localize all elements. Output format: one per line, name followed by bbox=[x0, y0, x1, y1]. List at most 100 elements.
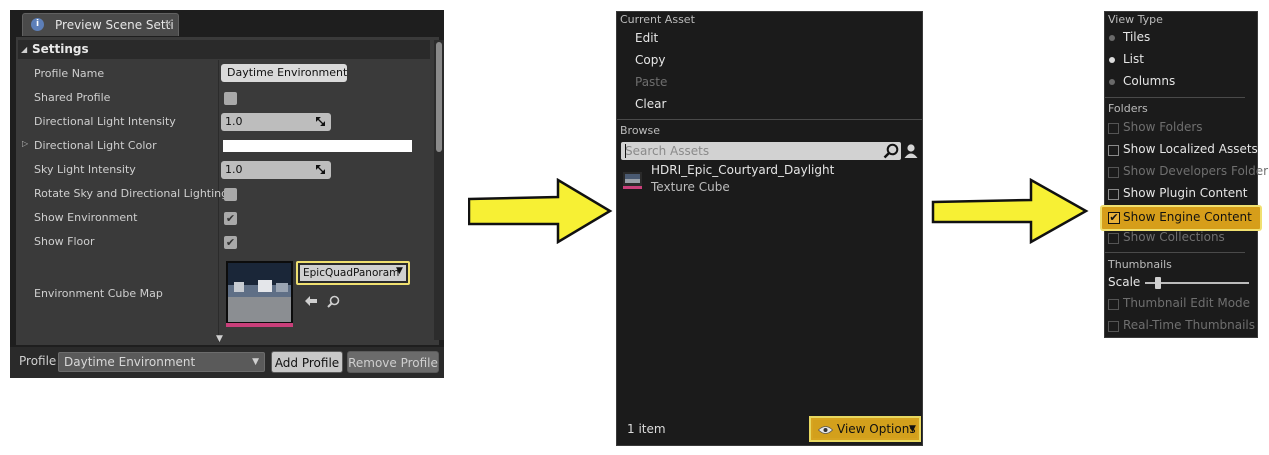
shared-profile-checkbox[interactable] bbox=[224, 92, 237, 105]
dropdown-arrow-icon[interactable]: ▼ bbox=[396, 266, 403, 276]
panorama-preview-image bbox=[228, 263, 291, 322]
cube-map-asset-name: EpicQuadPanoram bbox=[303, 267, 400, 279]
label-show-environment: Show Environment bbox=[34, 211, 138, 224]
label-dir-light-intensity: Directional Light Intensity bbox=[34, 115, 176, 128]
text-caret bbox=[625, 144, 626, 158]
profile-select-value: Daytime Environment bbox=[64, 355, 196, 369]
browse-search-icon[interactable] bbox=[327, 295, 340, 308]
asset-name[interactable]: HDRI_Epic_Courtyard_Daylight bbox=[651, 163, 834, 177]
menu-separator bbox=[617, 119, 922, 120]
show-plugin-content-label[interactable]: Show Plugin Content bbox=[1123, 186, 1247, 200]
expand-triangle-icon[interactable]: ▷ bbox=[22, 139, 28, 148]
dropdown-arrow-icon: ▼ bbox=[252, 357, 259, 367]
remove-profile-button[interactable]: Remove Profile bbox=[347, 351, 439, 373]
label-rotate-sky: Rotate Sky and Directional Lighting bbox=[34, 187, 229, 200]
thumbnails-header: Thumbnails bbox=[1108, 258, 1172, 271]
view-options-button[interactable]: View Options ▼ bbox=[809, 416, 921, 442]
label-shared-profile: Shared Profile bbox=[34, 91, 111, 104]
view-options-menu: View Type Tiles List Columns Folders Sho… bbox=[1100, 11, 1268, 338]
view-type-header: View Type bbox=[1108, 13, 1163, 26]
scale-slider-handle[interactable] bbox=[1155, 277, 1161, 289]
user-icon[interactable] bbox=[904, 143, 918, 159]
radio-tiles[interactable] bbox=[1109, 35, 1115, 41]
view-options-label: View Options bbox=[837, 422, 916, 436]
asset-color-bar bbox=[623, 186, 642, 189]
view-type-columns[interactable]: Columns bbox=[1123, 74, 1175, 88]
show-collections-checkbox[interactable] bbox=[1108, 233, 1119, 244]
row-show-floor: Show Floor ✔ bbox=[16, 230, 428, 254]
row-sky-light-intensity: Sky Light Intensity 1.0 bbox=[16, 158, 428, 182]
show-developers-folder-checkbox[interactable] bbox=[1108, 167, 1119, 178]
row-dir-light-intensity: Directional Light Intensity 1.0 bbox=[16, 110, 428, 134]
close-tab-icon[interactable]: × bbox=[164, 18, 172, 29]
view-type-tiles[interactable]: Tiles bbox=[1123, 30, 1150, 44]
show-folders-label[interactable]: Show Folders bbox=[1123, 120, 1203, 134]
show-localized-assets-label[interactable]: Show Localized Assets bbox=[1123, 142, 1258, 156]
preview-scene-settings-panel: i Preview Scene Setti × ◢ Settings Profi… bbox=[10, 10, 444, 378]
row-shared-profile: Shared Profile bbox=[16, 86, 428, 110]
show-floor-checkbox[interactable]: ✔ bbox=[224, 236, 237, 249]
arrow-right-2 bbox=[931, 178, 1089, 244]
show-environment-checkbox[interactable]: ✔ bbox=[224, 212, 237, 225]
cube-map-asset-picker[interactable]: EpicQuadPanoram ▼ bbox=[296, 261, 410, 285]
details-scrollbar[interactable] bbox=[434, 40, 444, 340]
menu-item-edit[interactable]: Edit bbox=[635, 31, 658, 45]
row-dir-light-color: ▷ Directional Light Color bbox=[16, 134, 428, 158]
add-profile-button[interactable]: Add Profile bbox=[271, 351, 343, 373]
menu-separator bbox=[1105, 252, 1245, 253]
menu-item-copy[interactable]: Copy bbox=[635, 53, 665, 67]
preview-scene-settings-tab[interactable]: i Preview Scene Setti × bbox=[22, 13, 179, 36]
sky-light-intensity-input[interactable]: 1.0 bbox=[221, 161, 331, 179]
profile-footer: Profile Daytime Environment ▼ Add Profil… bbox=[10, 347, 444, 378]
label-dir-light-color: Directional Light Color bbox=[34, 139, 157, 152]
current-asset-header: Current Asset bbox=[620, 13, 695, 26]
search-placeholder: Search Assets bbox=[625, 144, 710, 158]
drag-icon[interactable] bbox=[316, 165, 325, 174]
asset-color-bar bbox=[226, 323, 293, 327]
show-developers-folder-label[interactable]: Show Developers Folder bbox=[1123, 164, 1268, 178]
show-plugin-content-checkbox[interactable] bbox=[1108, 189, 1119, 200]
dir-light-color-swatch[interactable] bbox=[223, 140, 412, 152]
menu-item-clear[interactable]: Clear bbox=[635, 97, 666, 111]
radio-list[interactable] bbox=[1109, 57, 1115, 63]
real-time-thumbnails-label[interactable]: Real-Time Thumbnails bbox=[1123, 318, 1255, 332]
search-assets-input[interactable]: Search Assets bbox=[621, 142, 901, 160]
collapse-triangle-icon[interactable]: ◢ bbox=[21, 40, 27, 59]
search-icon[interactable] bbox=[883, 143, 899, 159]
details-body: ◢ Settings Profile Name Daytime Environm… bbox=[16, 37, 444, 345]
label-show-floor: Show Floor bbox=[34, 235, 95, 248]
show-engine-content-highlight[interactable]: ✔ Show Engine Content bbox=[1100, 205, 1262, 231]
row-show-environment: Show Environment ✔ bbox=[16, 206, 428, 230]
row-rotate-sky: Rotate Sky and Directional Lighting bbox=[16, 182, 428, 206]
scroll-more-icon[interactable]: ▼ bbox=[216, 334, 223, 344]
folders-header: Folders bbox=[1108, 102, 1148, 115]
show-folders-checkbox[interactable] bbox=[1108, 123, 1119, 134]
real-time-thumbnails-checkbox[interactable] bbox=[1108, 321, 1119, 332]
scrollbar-thumb[interactable] bbox=[436, 42, 442, 152]
show-localized-assets-checkbox[interactable] bbox=[1108, 145, 1119, 156]
menu-item-paste[interactable]: Paste bbox=[635, 75, 667, 89]
row-env-cube-map: Environment Cube Map EpicQuadPanoram ▼ bbox=[16, 257, 428, 337]
use-selected-arrow-icon[interactable] bbox=[304, 295, 318, 307]
rotate-sky-checkbox[interactable] bbox=[224, 188, 237, 201]
asset-thumbnail[interactable] bbox=[623, 172, 642, 189]
info-icon: i bbox=[31, 18, 44, 31]
radio-columns[interactable] bbox=[1109, 79, 1115, 85]
profile-label: Profile bbox=[19, 354, 57, 368]
view-type-list[interactable]: List bbox=[1123, 52, 1144, 66]
thumbnail-edit-mode-checkbox[interactable] bbox=[1108, 299, 1119, 310]
label-env-cube-map: Environment Cube Map bbox=[34, 287, 163, 300]
show-engine-content-label[interactable]: Show Engine Content bbox=[1123, 210, 1252, 224]
profile-select[interactable]: Daytime Environment ▼ bbox=[58, 352, 265, 372]
profile-name-input[interactable]: Daytime Environment bbox=[221, 64, 347, 82]
cube-map-thumbnail[interactable] bbox=[226, 261, 293, 327]
scale-label: Scale bbox=[1108, 275, 1141, 289]
menu-separator bbox=[1105, 97, 1245, 98]
settings-section-header[interactable]: ◢ Settings bbox=[18, 40, 430, 59]
drag-icon[interactable] bbox=[316, 117, 325, 126]
dir-light-intensity-input[interactable]: 1.0 bbox=[221, 113, 331, 131]
dropdown-arrow-icon: ▼ bbox=[909, 424, 916, 434]
thumbnail-edit-mode-label[interactable]: Thumbnail Edit Mode bbox=[1123, 296, 1250, 310]
show-engine-content-checkbox[interactable]: ✔ bbox=[1108, 212, 1120, 224]
show-collections-label[interactable]: Show Collections bbox=[1123, 230, 1225, 244]
